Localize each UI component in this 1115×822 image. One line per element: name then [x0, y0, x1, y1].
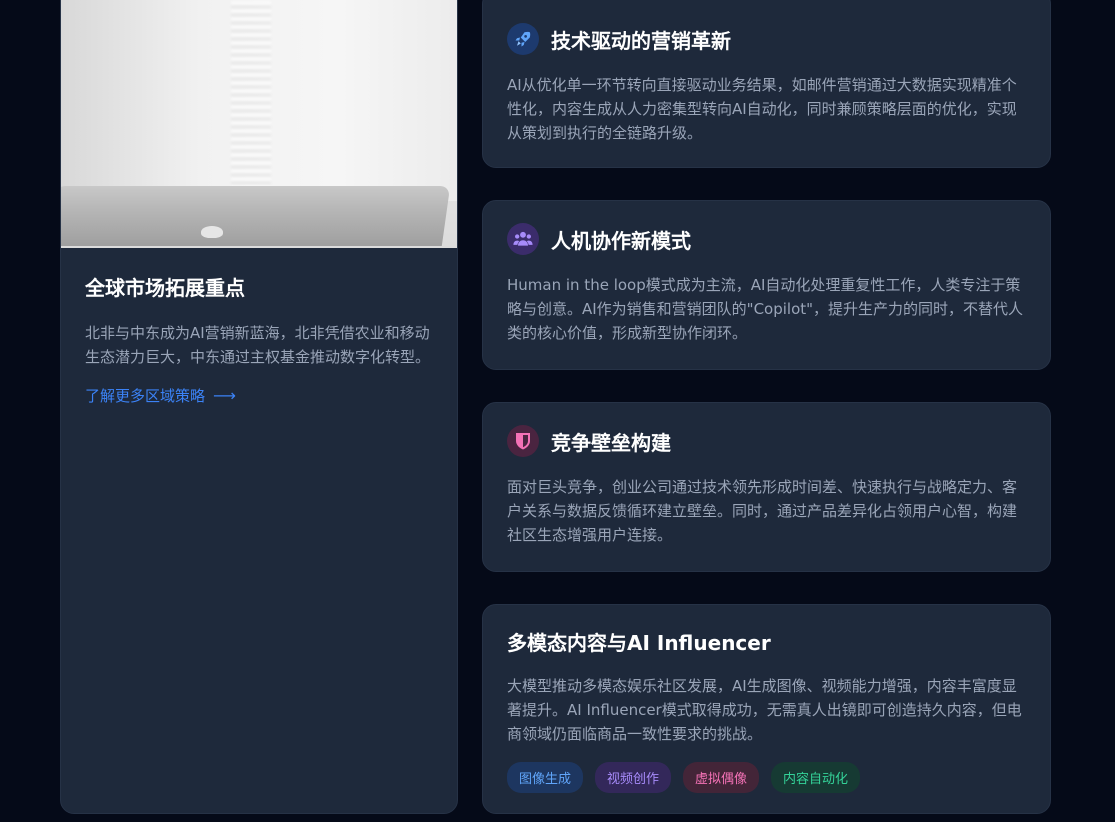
learn-more-link[interactable]: 了解更多区域策略 ⟶ [85, 385, 236, 406]
card-description: 面对巨头竞争，创业公司通过技术领先形成时间差、快速执行与战略定力、客户关系与数据… [507, 478, 1018, 544]
card-description: 北非与中东成为AI营销新蓝海，北非凭借农业和移动生态潜力巨大，中东通过主权基金推… [85, 324, 431, 366]
tag-image-generation[interactable]: 图像生成 [507, 762, 584, 793]
multimodal-content-card: 多模态内容与AI Influencer 大模型推动多模态娱乐社区发展，AI生成图… [482, 604, 1051, 814]
tag-video-creation[interactable]: 视频创作 [595, 762, 672, 793]
card-header: 技术驱动的营销革新 [507, 23, 1026, 55]
tag-list: 图像生成 视频创作 虚拟偶像 内容自动化 [507, 762, 1026, 793]
users-icon [507, 223, 539, 255]
photo-laptop [61, 186, 451, 246]
card-title: 全球市场拓展重点 [85, 276, 245, 300]
global-market-card: 全球市场拓展重点 北非与中东成为AI营销新蓝海，北非凭借农业和移动生态潜力巨大，… [60, 0, 458, 814]
page: 全球市场拓展重点 北非与中东成为AI营销新蓝海，北非凭借农业和移动生态潜力巨大，… [0, 0, 1115, 822]
card-header: 多模态内容与AI Influencer [507, 627, 1026, 656]
competitive-moat-card: 竞争壁垒构建 面对巨头竞争，创业公司通过技术领先形成时间差、快速执行与战略定力、… [482, 402, 1051, 572]
tag-content-automation[interactable]: 内容自动化 [771, 762, 861, 793]
tag-virtual-idol[interactable]: 虚拟偶像 [683, 762, 760, 793]
card-title: 技术驱动的营销革新 [551, 28, 731, 53]
card-title: 多模态内容与AI Influencer [507, 631, 771, 655]
card-title: 竞争壁垒构建 [551, 430, 671, 455]
card-description: Human in the loop模式成为主流，AI自动化处理重复性工作，人类专… [507, 276, 1024, 342]
human-ai-collab-card: 人机协作新模式 Human in the loop模式成为主流，AI自动化处理重… [482, 200, 1051, 370]
photo-light-reflection [231, 1, 271, 201]
card-header: 人机协作新模式 [507, 223, 1026, 255]
card-title: 人机协作新模式 [551, 228, 691, 253]
card-description: AI从优化单一环节转向直接驱动业务结果，如邮件营销通过大数据实现精准个性化，内容… [507, 76, 1017, 142]
card-body: 全球市场拓展重点 北非与中东成为AI营销新蓝海，北非凭借农业和移动生态潜力巨大，… [61, 248, 457, 430]
learn-more-label: 了解更多区域策略 [85, 387, 206, 405]
card-header: 竞争壁垒构建 [507, 425, 1026, 457]
arrow-right-icon: ⟶ [213, 386, 236, 405]
card-description: 大模型推动多模态娱乐社区发展，AI生成图像、视频能力增强，内容丰富度显著提升。A… [507, 677, 1022, 743]
rocket-icon [507, 23, 539, 55]
tech-driven-card: 技术驱动的营销革新 AI从优化单一环节转向直接驱动业务结果，如邮件营销通过大数据… [482, 0, 1051, 168]
apple-logo-icon [201, 226, 223, 238]
shield-icon [507, 425, 539, 457]
laptop-photo [61, 0, 457, 248]
